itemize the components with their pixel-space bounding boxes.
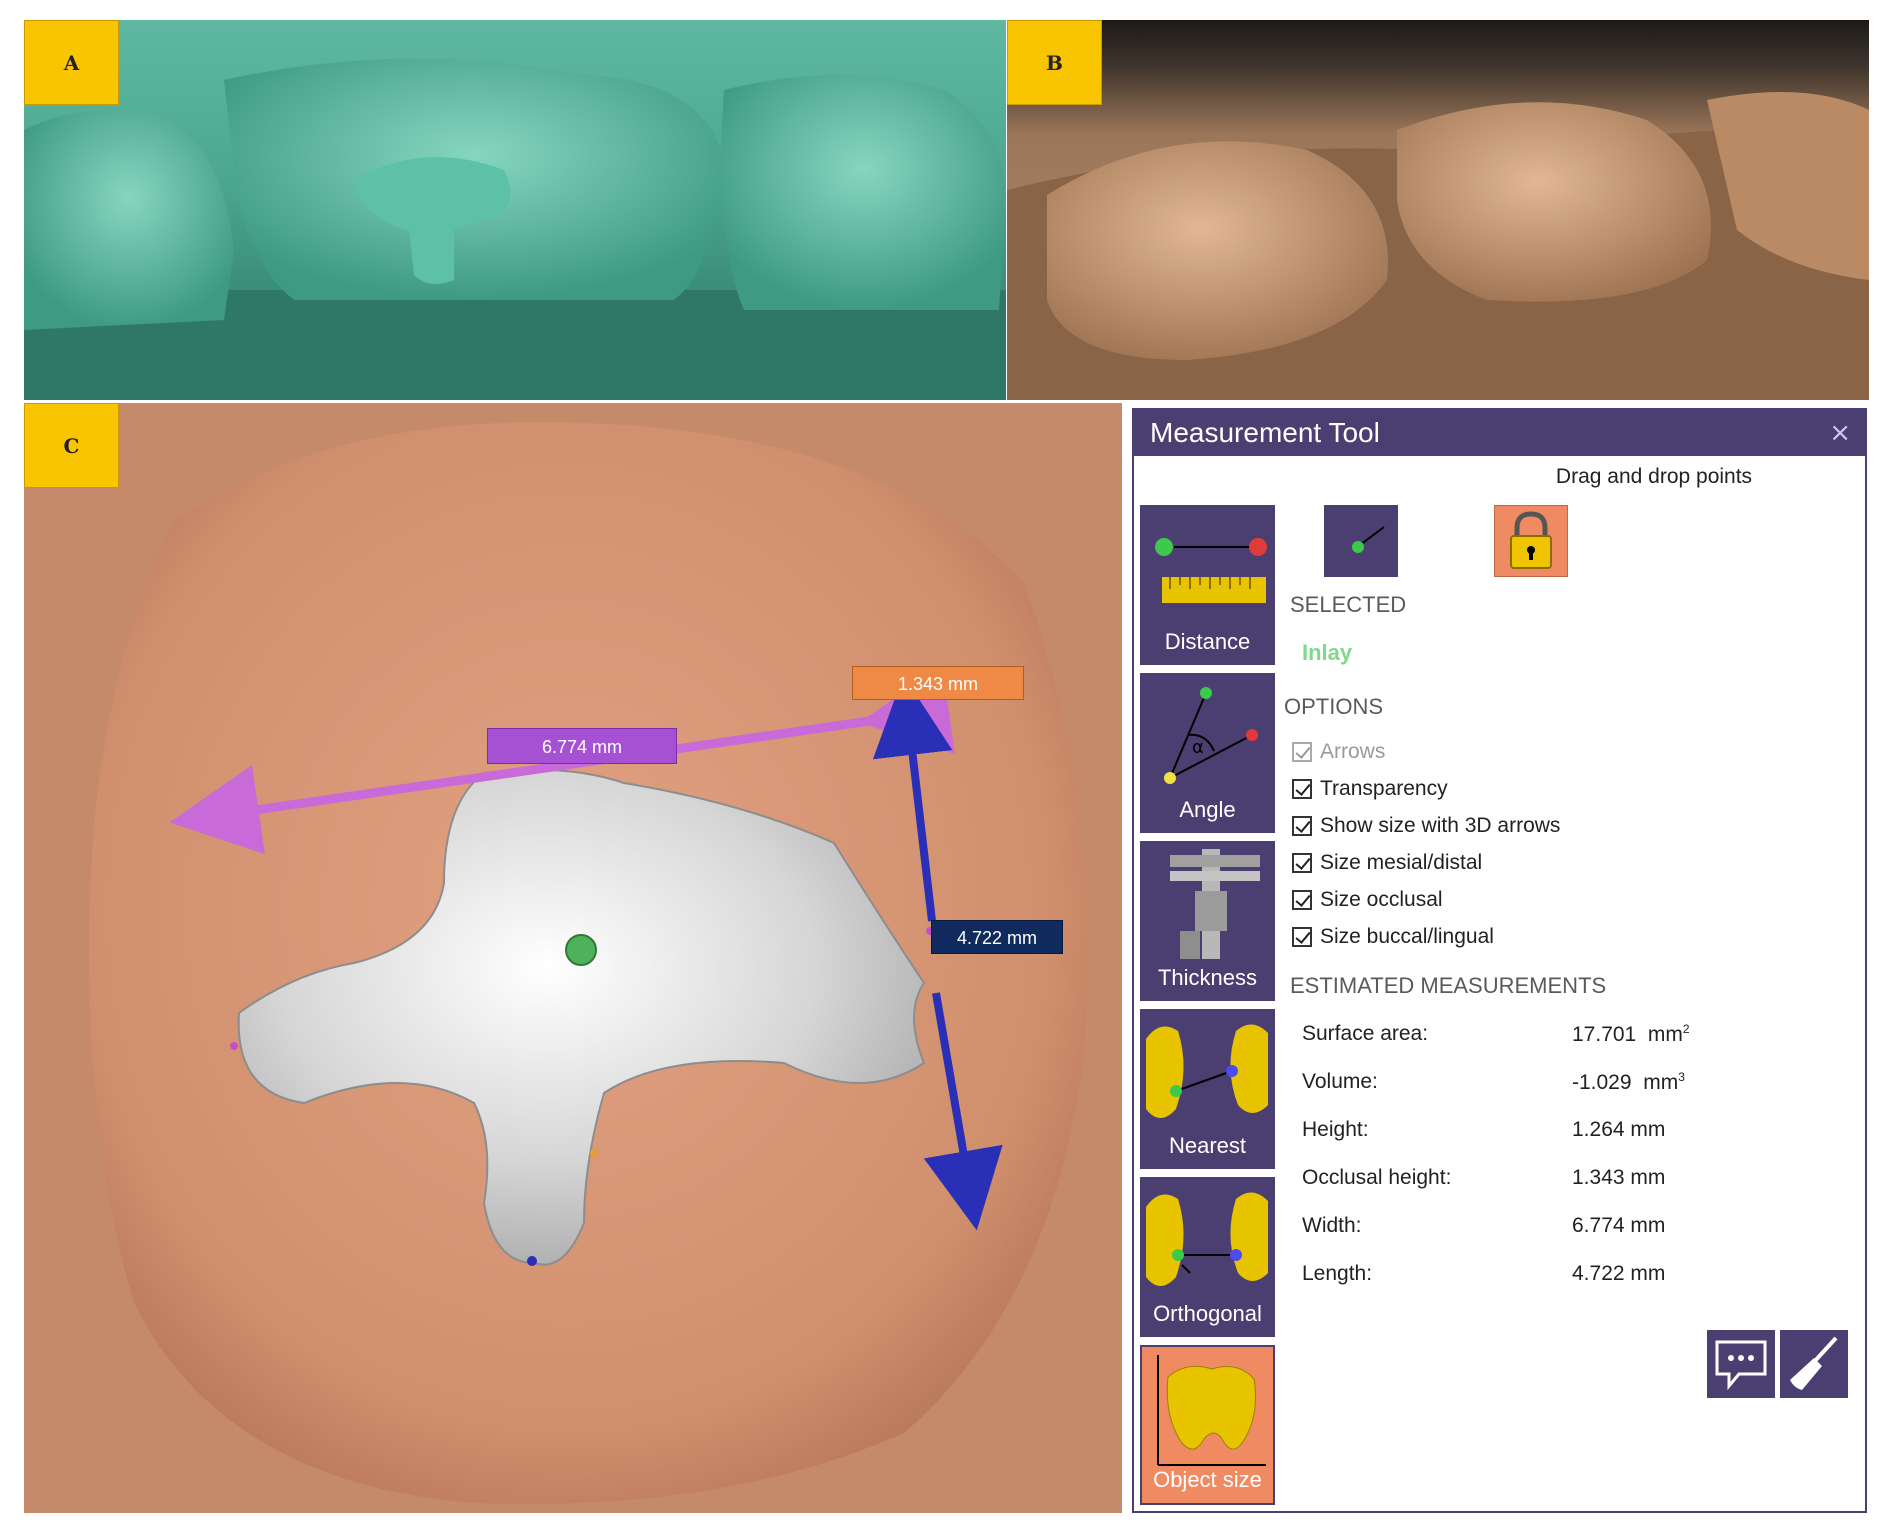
measurement-key: Surface area:	[1302, 1022, 1429, 1045]
checkbox-icon	[1292, 742, 1312, 762]
distance-icon	[1155, 538, 1267, 603]
point-line-icon	[1352, 526, 1385, 553]
measurement-tool-title: Measurement Tool	[1150, 417, 1380, 448]
drag-drop-instruction: Drag and drop points	[1555, 465, 1753, 488]
measurement-value: 6.774 mm	[1572, 1214, 1666, 1237]
checkbox-icon	[1292, 853, 1312, 873]
distance-tool-button[interactable]: Distance	[1140, 505, 1275, 665]
clear-button[interactable]	[1780, 1330, 1848, 1398]
measurement-key: Volume:	[1302, 1070, 1378, 1093]
option-size-occlusal[interactable]: Size occlusal	[1292, 888, 1443, 912]
checkbox-icon	[1292, 779, 1312, 799]
estimated-measurements-heading: ESTIMATED MEASUREMENTS	[1290, 973, 1607, 998]
speech-bubble-icon	[1715, 1340, 1767, 1391]
measurement-value: 4.722 mm	[1572, 1262, 1666, 1285]
measurement-key: Length:	[1302, 1262, 1373, 1285]
comment-button[interactable]	[1707, 1330, 1775, 1398]
measurement-value: 1.343 mm	[1572, 1166, 1666, 1189]
measurement-key: Height:	[1302, 1118, 1369, 1141]
option-size-mesial-distal-label: Size mesial/distal	[1320, 851, 1483, 874]
option-show-size-3d-arrows[interactable]: Show size with 3D arrows	[1292, 814, 1560, 838]
panel-b-label: B	[1007, 20, 1102, 105]
object-size-icon	[1157, 1355, 1266, 1466]
orthogonal-tool-button[interactable]: Orthogonal	[1140, 1177, 1275, 1337]
stone-model-illustration	[24, 58, 1006, 400]
measurement-value: -1.029 mm3	[1572, 1070, 1685, 1094]
caliper-icon	[1170, 849, 1260, 959]
measurement-value: 1.264 mm	[1572, 1118, 1666, 1141]
option-size-occlusal-label: Size occlusal	[1320, 888, 1443, 911]
measurement-key: Occlusal height:	[1302, 1166, 1452, 1189]
angle-tool-label: Angle	[1179, 797, 1236, 822]
object-size-tool-button[interactable]: Object size	[1140, 1345, 1275, 1505]
object-size-tool-label: Object size	[1153, 1467, 1262, 1492]
panel-c-3d-view[interactable]: C 6.774 mm 1.343 mm 4.722 mm	[24, 403, 1122, 1513]
point-mode-button[interactable]	[1324, 505, 1398, 577]
option-size-mesial-distal[interactable]: Size mesial/distal	[1292, 851, 1482, 875]
width-label: 6.774 mm	[487, 728, 677, 764]
close-icon[interactable]: ×	[1829, 418, 1851, 448]
checkbox-icon	[1292, 816, 1312, 836]
angle-tool-button[interactable]: α Angle	[1140, 673, 1275, 833]
tooth-3d-scene	[24, 403, 1122, 1513]
nearest-tool-label: Nearest	[1168, 1133, 1247, 1158]
option-size-buccal-lingual-label: Size buccal/lingual	[1320, 925, 1494, 948]
selected-heading: SELECTED	[1290, 592, 1407, 617]
thickness-tool-label: Thickness	[1157, 965, 1258, 990]
thickness-tool-button[interactable]: Thickness	[1140, 841, 1275, 1001]
checkbox-icon	[1292, 890, 1312, 910]
lock-icon	[1510, 511, 1552, 569]
options-heading: OPTIONS	[1284, 694, 1384, 719]
measurement-tool-titlebar: Measurement Tool ×	[1134, 410, 1865, 456]
orthogonal-tool-label: Orthogonal	[1153, 1301, 1262, 1326]
option-transparency-label: Transparency	[1320, 777, 1448, 800]
length-label: 4.722 mm	[931, 920, 1063, 954]
option-arrows[interactable]: Arrows	[1292, 740, 1385, 764]
measurement-tool-window: Measurement Tool × Drag and drop points …	[1132, 408, 1867, 1513]
panel-c-label: C	[24, 403, 119, 488]
broom-icon	[1790, 1336, 1838, 1390]
distance-tool-label: Distance	[1164, 629, 1251, 654]
plaster-model-illustration	[1007, 92, 1869, 400]
svg-text:α: α	[1192, 737, 1204, 758]
tool-sidebar: Distance α Angle Thickness Nearest Ortho…	[1140, 505, 1275, 1513]
occlusal-height-label: 1.343 mm	[852, 666, 1024, 700]
option-size-buccal-lingual[interactable]: Size buccal/lingual	[1292, 925, 1494, 949]
nearest-icon	[1146, 1024, 1268, 1118]
option-arrows-label: Arrows	[1320, 740, 1386, 763]
panel-a-photo: A	[24, 20, 1006, 400]
panel-a-label: A	[24, 20, 119, 105]
measurement-key: Width:	[1302, 1214, 1362, 1237]
angle-icon: α	[1164, 687, 1258, 784]
option-transparency[interactable]: Transparency	[1292, 777, 1448, 801]
lock-button[interactable]	[1494, 505, 1568, 577]
orthogonal-icon	[1146, 1192, 1268, 1286]
checkbox-icon	[1292, 927, 1312, 947]
nearest-tool-button[interactable]: Nearest	[1140, 1009, 1275, 1169]
measurement-value: 17.701 mm2	[1572, 1022, 1690, 1046]
panel-b-photo: B	[1007, 20, 1869, 400]
center-point-icon	[565, 934, 597, 966]
selected-value: Inlay	[1302, 640, 1353, 665]
option-show-size-3d-arrows-label: Show size with 3D arrows	[1320, 814, 1561, 837]
